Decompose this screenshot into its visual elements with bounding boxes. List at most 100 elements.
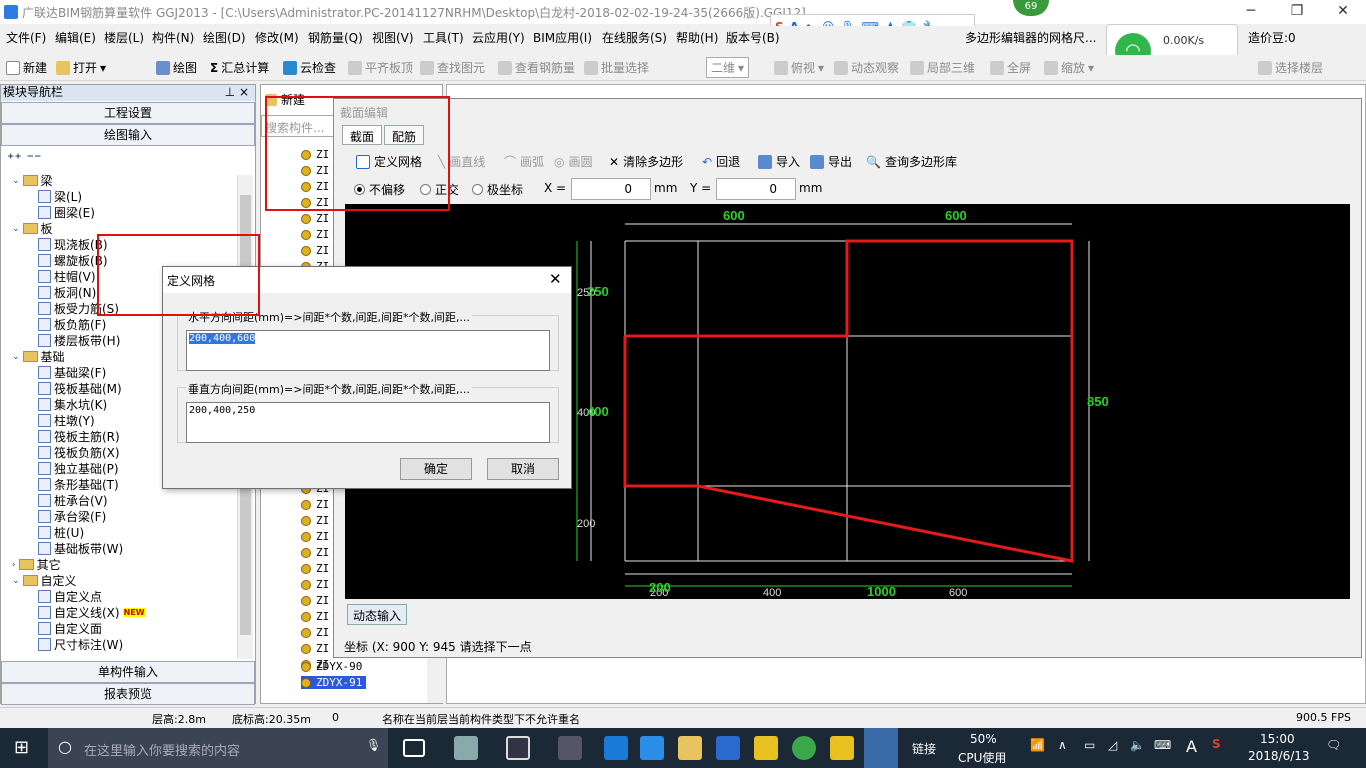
taskbar-search-box[interactable]: ○ 在这里输入你要搜索的内容 🎙 <box>48 728 388 768</box>
top-view-button[interactable]: 俯视 ▾ <box>774 59 824 76</box>
tree-item[interactable]: 板负筋(F) <box>38 316 106 333</box>
tree-item[interactable]: 筏板基础(M) <box>38 380 122 397</box>
option-polar[interactable]: 极坐标 <box>472 181 523 198</box>
view-qty-button[interactable]: 查看钢筋量 <box>498 59 575 76</box>
horizontal-spacing-input[interactable]: 200,400,600 <box>186 330 550 371</box>
tree-folder[interactable]: ⌄ 梁 <box>12 172 53 189</box>
radio-polar[interactable] <box>472 184 483 195</box>
import-button[interactable]: 导入 <box>758 153 800 170</box>
collapse-icon[interactable]: ⌄ <box>12 576 20 586</box>
tree-item[interactable]: 自定义线(X) NEW <box>38 604 146 621</box>
ok-button[interactable]: 确定 <box>400 458 472 480</box>
pin-close-icons[interactable]: ⊥ × <box>225 85 249 100</box>
menu-price[interactable]: 造价豆:0 <box>1248 29 1296 46</box>
menu-floor[interactable]: 楼层(L) <box>104 29 144 46</box>
tree-item[interactable]: 桩承台(V) <box>38 492 108 509</box>
active-app-icon[interactable] <box>864 728 898 768</box>
tree-folder[interactable]: ⌄ 板 <box>12 220 53 237</box>
tree-item[interactable]: 独立基础(P) <box>38 460 119 477</box>
drawing-input-button[interactable]: 绘图输入 <box>1 124 255 146</box>
tree-item[interactable]: 筏板负筋(X) <box>38 444 120 461</box>
menu-file[interactable]: 文件(F) <box>6 29 46 46</box>
view-mode-select[interactable]: 二维 ▾ <box>706 57 750 78</box>
flat-top-button[interactable]: 平齐板顶 <box>348 59 413 76</box>
menu-version[interactable]: 版本号(B) <box>726 29 780 46</box>
draw-arc-button[interactable]: ⌒ 画弧 <box>504 153 544 170</box>
menu-cloud[interactable]: 云应用(Y) <box>472 29 525 46</box>
draw-button[interactable]: 绘图 <box>156 59 197 76</box>
windows-start-icon[interactable]: ⊞ <box>14 737 29 758</box>
edge-icon[interactable] <box>604 736 628 760</box>
project-settings-button[interactable]: 工程设置 <box>1 102 255 124</box>
zoom-button[interactable]: 缩放 ▾ <box>1044 59 1094 76</box>
keyboard-tray-icon[interactable]: ⌨ <box>1154 738 1171 752</box>
undo-button[interactable]: ↶ 回退 <box>702 153 740 170</box>
tree-item[interactable]: 承台梁(F) <box>38 508 106 525</box>
menu-modify[interactable]: 修改(M) <box>255 29 299 46</box>
clock-time[interactable]: 15:00 <box>1260 732 1295 746</box>
tree-item[interactable]: 条形基础(T) <box>38 476 119 493</box>
menu-edit[interactable]: 编辑(E) <box>55 29 96 46</box>
dyn-view-button[interactable]: 动态观察 <box>834 59 899 76</box>
tree-item[interactable]: 柱墩(Y) <box>38 412 95 429</box>
menu-online[interactable]: 在线服务(S) <box>602 29 667 46</box>
menu-draw[interactable]: 绘图(D) <box>203 29 246 46</box>
battery-icon[interactable]: ▭ <box>1084 738 1095 752</box>
tree-folder[interactable]: ⌄ 基础 <box>12 348 65 365</box>
export-button[interactable]: 导出 <box>810 153 852 170</box>
local3d-button[interactable]: 局部三维 <box>910 59 975 76</box>
batch-button[interactable]: 批量选择 <box>584 59 649 76</box>
cloud-check-button[interactable]: 云检查 <box>283 59 336 76</box>
notes-icon[interactable] <box>754 736 778 760</box>
collapse-icon[interactable]: ⌄ <box>12 224 20 234</box>
tree-item[interactable]: 集水坑(K) <box>38 396 107 413</box>
component-list-item[interactable]: ZDYX-90 <box>301 660 362 673</box>
y-input[interactable]: 0 <box>716 178 796 200</box>
wifi-status-icon[interactable]: 📶 <box>1030 738 1045 752</box>
menu-rebar[interactable]: 钢筋量(Q) <box>308 29 363 46</box>
edge-legacy-icon[interactable] <box>506 736 530 760</box>
component-list-item[interactable]: ZI <box>301 530 329 543</box>
component-list-item[interactable]: ZI <box>301 626 329 639</box>
component-list-item[interactable]: ZI <box>301 498 329 511</box>
report-preview-button[interactable]: 报表预览 <box>1 683 255 705</box>
find-button[interactable]: 查找图元 <box>420 59 485 76</box>
vertical-spacing-input[interactable]: 200,400,250 <box>186 402 550 443</box>
open-button[interactable]: 打开 ▾ <box>56 59 106 76</box>
fan-app-icon[interactable] <box>454 736 478 760</box>
collapse-icon[interactable]: ⌄ <box>12 352 20 362</box>
tree-item[interactable]: 基础板带(W) <box>38 540 123 557</box>
component-list-item-selected[interactable]: ZDYX-91 <box>301 676 367 689</box>
tree-item[interactable]: 自定义面 <box>38 620 102 637</box>
clear-polygon-button[interactable]: ✕ 清除多边形 <box>609 153 683 170</box>
tree-item[interactable]: 梁(L) <box>38 188 82 205</box>
sum-button[interactable]: Σ 汇总计算 <box>210 59 269 76</box>
help-app-icon[interactable] <box>830 736 854 760</box>
task-view-icon[interactable] <box>403 739 425 757</box>
tree-folder[interactable]: ⌄ 自定义 <box>12 572 77 589</box>
draw-circle-button[interactable]: ◎ 画圆 <box>554 153 593 170</box>
full-button[interactable]: 全屏 <box>990 59 1031 76</box>
close-button[interactable]: ✕ <box>1320 0 1366 24</box>
tree-item[interactable]: 桩(U) <box>38 524 84 541</box>
expand-collapse-all-icons[interactable]: ⁺⁺ ⁻⁻ <box>7 151 41 167</box>
component-list-item[interactable]: ZI <box>301 228 329 241</box>
minimize-button[interactable]: ─ <box>1228 0 1274 24</box>
component-list-item[interactable]: ZI <box>301 212 329 225</box>
glodon-icon[interactable] <box>716 736 740 760</box>
component-list-item[interactable]: ZI <box>301 546 329 559</box>
maximize-button[interactable]: ❐ <box>1274 0 1320 24</box>
component-list-item[interactable]: ZI <box>301 642 329 655</box>
tree-item[interactable]: 柱帽(V) <box>38 268 96 285</box>
browser-360-icon[interactable] <box>792 736 816 760</box>
x-input[interactable]: 0 <box>571 178 651 200</box>
tree-item[interactable]: 板洞(N) <box>38 284 96 301</box>
tree-folder[interactable]: › 其它 <box>12 556 61 573</box>
component-list-item[interactable]: ZI <box>301 244 329 257</box>
volume-icon[interactable]: 🔈 <box>1130 738 1145 752</box>
cancel-button[interactable]: 取消 <box>487 458 559 480</box>
tree-item[interactable]: 楼层板带(H) <box>38 332 120 349</box>
app-icon-4[interactable] <box>558 736 582 760</box>
menu-bim[interactable]: BIM应用(I) <box>533 29 592 46</box>
dialog-close-icon[interactable]: ✕ <box>549 270 562 288</box>
